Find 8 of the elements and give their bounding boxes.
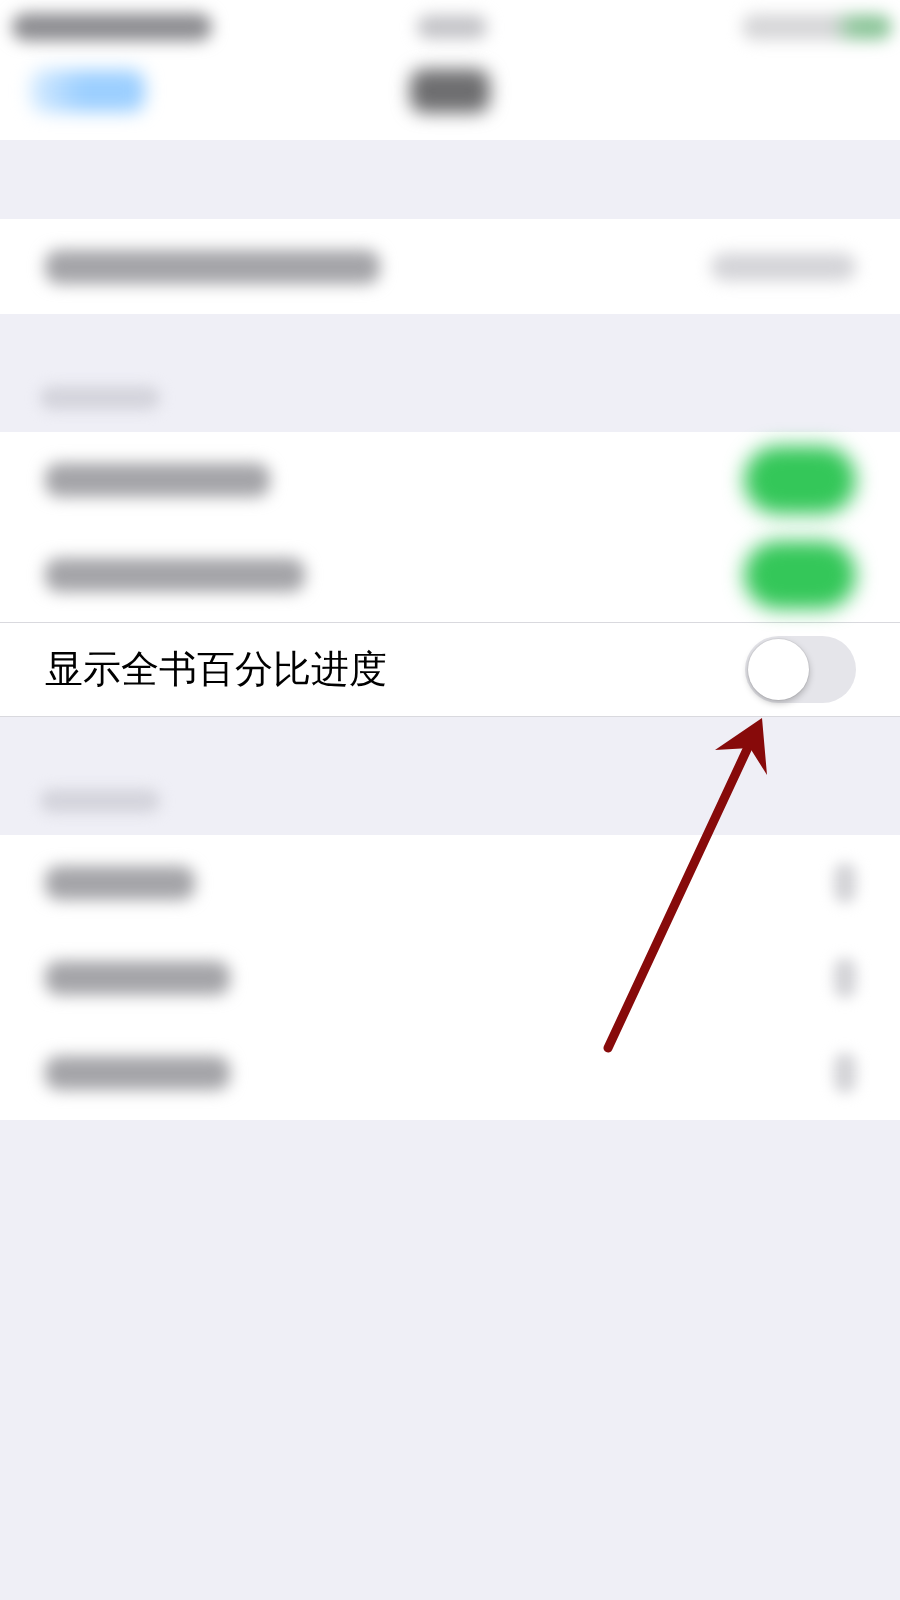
setting-label: 显示全书百分比进度 bbox=[45, 646, 387, 693]
blurred-toggle[interactable] bbox=[744, 540, 856, 609]
blurred-chevron bbox=[834, 957, 856, 998]
blurred-chevron bbox=[834, 1052, 856, 1093]
blurred-toggle[interactable] bbox=[744, 445, 856, 514]
blurred-link[interactable] bbox=[30, 70, 145, 112]
toggle-switch[interactable] bbox=[745, 636, 856, 703]
blurred-chevron bbox=[834, 862, 856, 903]
